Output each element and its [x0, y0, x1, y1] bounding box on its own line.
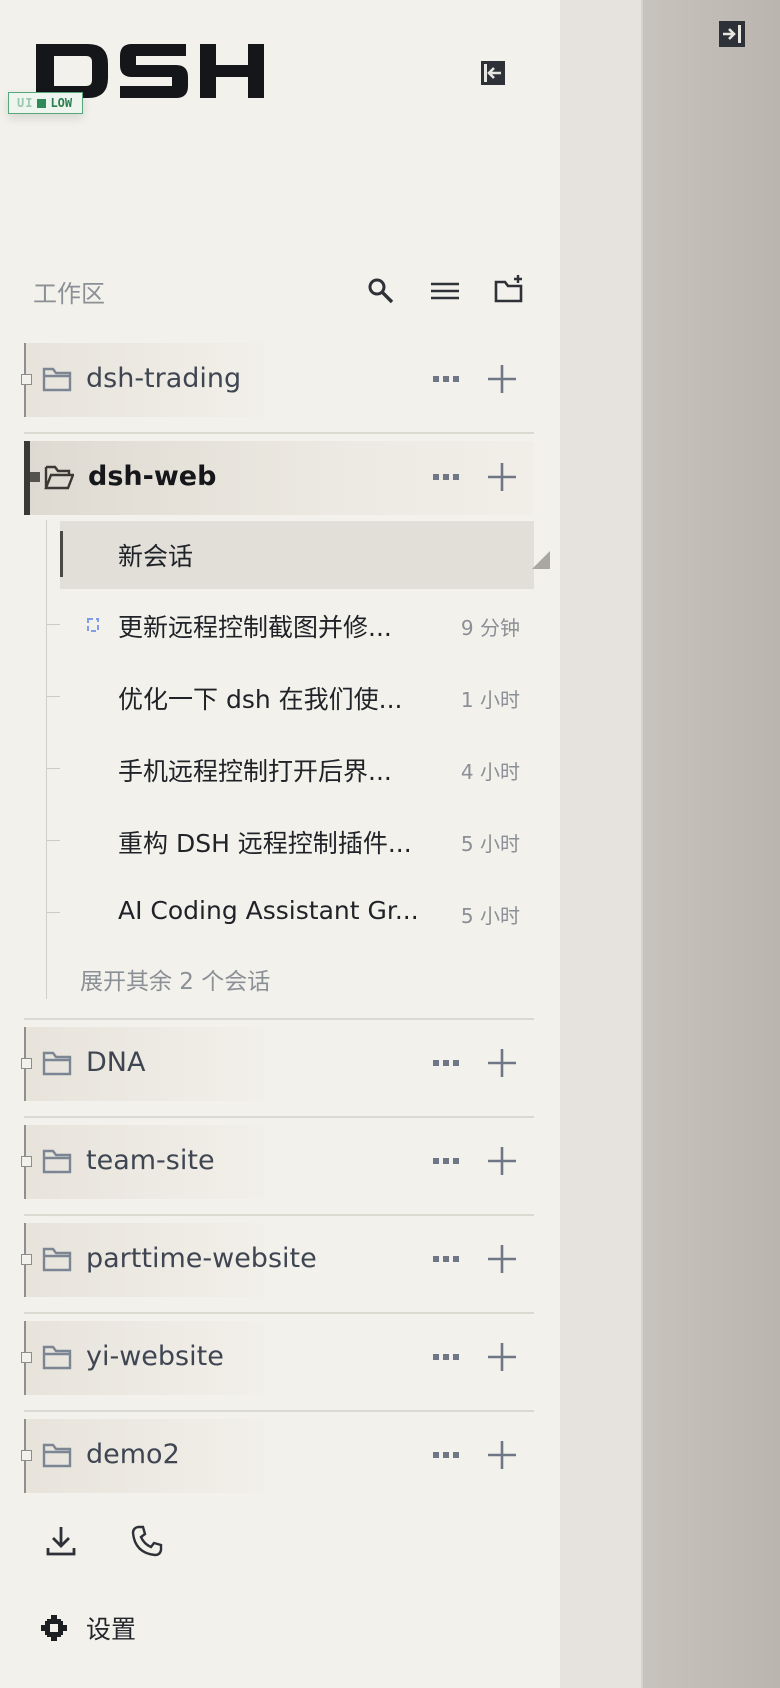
add-session-icon[interactable]	[486, 1145, 518, 1177]
phone-icon[interactable]	[130, 1524, 164, 1558]
list-icon[interactable]	[430, 276, 460, 306]
more-icon[interactable]	[432, 1447, 460, 1463]
session-time: 5 小时	[460, 832, 520, 856]
project-checkbox[interactable]	[21, 1450, 32, 1461]
folder-icon	[42, 1443, 72, 1468]
session-time: 1 小时	[460, 688, 520, 712]
folder-icon	[42, 1051, 72, 1076]
running-indicator-icon	[87, 618, 99, 632]
project-name: yi-website	[86, 1341, 224, 1372]
session-item[interactable]: 重构 DSH 远程控制插件... 5 小时	[46, 808, 534, 874]
project-checkbox[interactable]	[21, 1352, 32, 1363]
new-folder-icon[interactable]	[494, 274, 524, 304]
add-session-icon[interactable]	[486, 363, 518, 395]
add-session-icon[interactable]	[486, 1243, 518, 1275]
project-checkbox[interactable]	[21, 1058, 32, 1069]
session-time: 5 小时	[460, 904, 520, 928]
project-checkbox[interactable]	[30, 472, 40, 482]
expand-sidebar-icon[interactable]	[718, 20, 746, 48]
project-name: dsh-trading	[86, 363, 242, 394]
divider	[24, 1214, 534, 1216]
folder-icon	[42, 1247, 72, 1272]
add-session-icon[interactable]	[486, 1341, 518, 1373]
project-name: team-site	[86, 1145, 215, 1176]
workspace-title: 工作区	[33, 280, 105, 308]
project-row-demo2[interactable]: demo2	[21, 1419, 534, 1493]
resize-corner-icon	[532, 551, 550, 569]
session-time: 9 分钟	[460, 616, 520, 640]
expand-more-sessions-link[interactable]: 展开其余 2 个会话	[80, 962, 270, 996]
session-title: AI Coding Assistant Gr...	[118, 896, 419, 925]
add-session-icon[interactable]	[486, 1439, 518, 1471]
session-item[interactable]: AI Coding Assistant Gr... 5 小时	[46, 880, 534, 946]
folder-icon	[42, 367, 72, 392]
more-icon[interactable]	[432, 1055, 460, 1071]
settings-button[interactable]: 设置	[40, 1610, 136, 1646]
gear-icon	[41, 1615, 67, 1641]
divider	[24, 1018, 534, 1020]
status-dot	[37, 98, 47, 108]
project-name: dsh-web	[88, 461, 217, 492]
panel-divider[interactable]	[641, 0, 643, 1688]
session-title: 重构 DSH 远程控制插件...	[118, 829, 412, 858]
project-row-team-site[interactable]: team-site	[21, 1125, 534, 1199]
project-name: DNA	[86, 1047, 146, 1078]
download-icon[interactable]	[44, 1524, 78, 1558]
project-row-yi-website[interactable]: yi-website	[21, 1321, 534, 1395]
project-checkbox[interactable]	[21, 374, 32, 385]
project-checkbox[interactable]	[21, 1156, 32, 1167]
project-checkbox[interactable]	[21, 1254, 32, 1265]
session-item[interactable]: 优化一下 dsh 在我们使... 1 小时	[46, 664, 534, 730]
add-session-icon[interactable]	[486, 461, 518, 493]
settings-label: 设置	[86, 1615, 137, 1644]
session-title: 新会话	[118, 542, 194, 571]
folder-open-icon	[44, 465, 74, 490]
session-time: 4 小时	[460, 760, 520, 784]
project-name: demo2	[86, 1439, 180, 1470]
project-row-dsh-trading[interactable]: dsh-trading	[21, 343, 534, 417]
session-title: 手机远程控制打开后界...	[118, 757, 392, 786]
project-row-parttime-website[interactable]: parttime-website	[21, 1223, 534, 1297]
more-icon[interactable]	[432, 371, 460, 387]
environment-badge: UI LOW	[8, 92, 84, 114]
project-row-dna[interactable]: DNA	[21, 1027, 534, 1101]
session-title: 优化一下 dsh 在我们使...	[118, 685, 403, 714]
divider	[24, 432, 534, 434]
session-item[interactable]: 新会话	[46, 521, 550, 589]
divider	[24, 1116, 534, 1118]
session-title: 更新远程控制截图并修...	[118, 613, 392, 642]
session-item[interactable]: 手机远程控制打开后界... 4 小时	[46, 736, 534, 802]
more-icon[interactable]	[432, 469, 460, 485]
project-name: parttime-website	[86, 1243, 317, 1274]
more-icon[interactable]	[432, 1251, 460, 1267]
folder-icon	[42, 1345, 72, 1370]
project-row-dsh-web[interactable]: dsh-web	[24, 441, 534, 515]
folder-icon	[42, 1149, 72, 1174]
more-icon[interactable]	[432, 1153, 460, 1169]
add-session-icon[interactable]	[486, 1047, 518, 1079]
divider	[24, 1312, 534, 1314]
divider	[24, 1410, 534, 1412]
more-icon[interactable]	[432, 1349, 460, 1365]
dsh-logo	[36, 44, 264, 98]
sidebar: UI LOW 工作区 dsh-trading dsh-web 新会话 更新远程控…	[0, 0, 560, 1688]
collapse-sidebar-icon[interactable]	[480, 60, 506, 86]
badge-prefix: UI	[17, 96, 34, 110]
badge-level: LOW	[50, 96, 73, 110]
search-icon[interactable]	[366, 276, 396, 306]
session-item[interactable]: 更新远程控制截图并修... 9 分钟	[46, 592, 534, 658]
